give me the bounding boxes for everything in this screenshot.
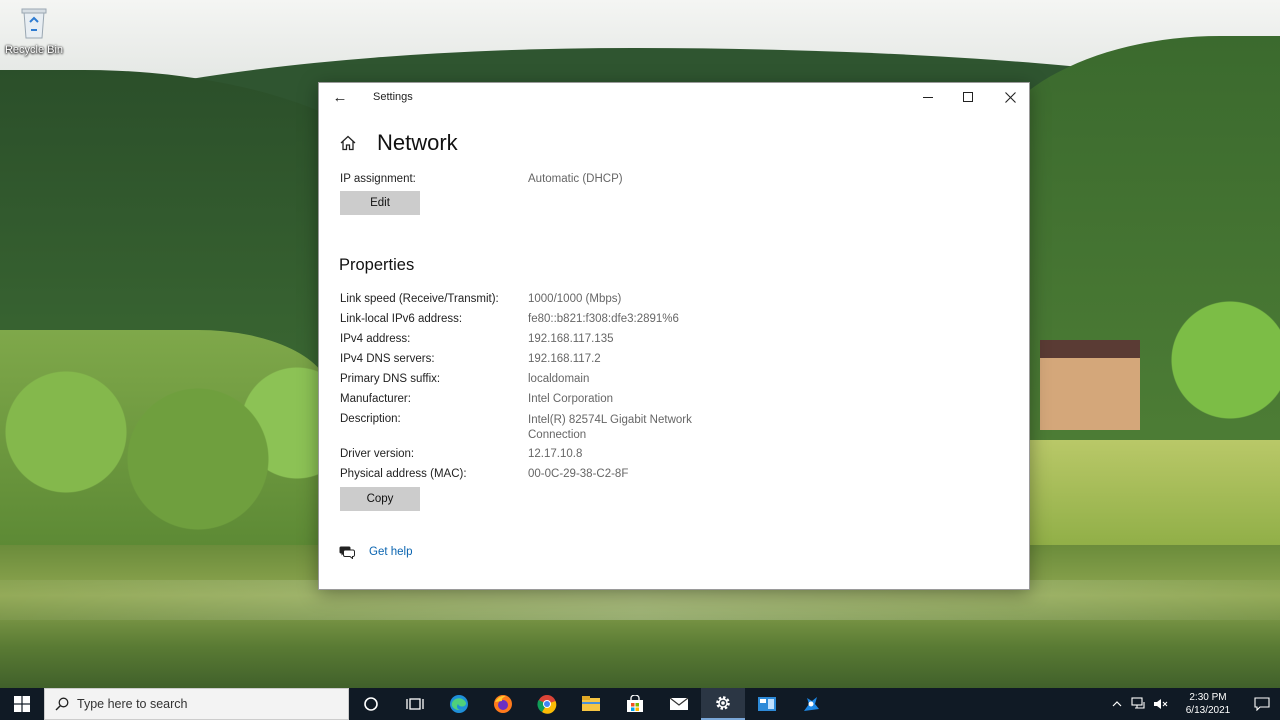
action-center-button[interactable] (1244, 688, 1280, 720)
maximize-button[interactable] (947, 83, 989, 111)
clock-time: 2:30 PM (1189, 692, 1227, 703)
task-view-icon (406, 698, 424, 710)
show-hidden-icons-button[interactable] (1106, 688, 1128, 720)
settings-window: ← Settings Network IP assignment: Automa… (318, 82, 1030, 590)
prop-label-dns-suffix: Primary DNS suffix: (340, 373, 441, 385)
chat-help-icon (339, 546, 355, 559)
windows-logo-icon (14, 696, 30, 712)
ip-assignment-value[interactable]: Automatic (DHCP) (528, 173, 623, 185)
clock-date: 6/13/2021 (1185, 705, 1231, 716)
page-title: Network (377, 130, 458, 155)
page-header: Network (339, 127, 458, 159)
cortana-button[interactable] (349, 688, 393, 720)
cortana-icon (364, 697, 378, 711)
prop-label-driver-version: Driver version: (340, 448, 415, 460)
ip-assignment-label: IP assignment: (340, 173, 416, 185)
prop-value-description-line2[interactable]: Connection (528, 429, 586, 441)
properties-heading: Properties (339, 256, 415, 274)
prop-label-dns-servers: IPv4 DNS servers: (340, 353, 435, 365)
settings-gear-icon (716, 696, 730, 710)
mail-button[interactable] (657, 688, 701, 720)
prop-label-ipv4: IPv4 address: (340, 333, 411, 345)
task-view-button[interactable] (393, 688, 437, 720)
get-help-row[interactable]: Get help (339, 545, 412, 559)
file-explorer-button[interactable] (569, 688, 613, 720)
prop-value-manufacturer[interactable]: Intel Corporation (528, 393, 613, 405)
prop-value-driver-version[interactable]: 12.17.10.8 (528, 448, 582, 460)
get-help-link[interactable]: Get help (369, 546, 412, 558)
chevron-up-icon (1112, 701, 1122, 707)
prop-label-ipv6: Link-local IPv6 address: (340, 313, 463, 325)
firefox-icon (494, 695, 512, 713)
prop-value-ipv6[interactable]: fe80::b821:f308:dfe3:2891%6 (528, 313, 679, 325)
network-app-icon (758, 697, 776, 711)
system-tray: 2:30 PM 6/13/2021 (1106, 688, 1280, 720)
prop-value-dns-suffix[interactable]: localdomain (528, 373, 589, 385)
search-icon (55, 697, 69, 711)
mail-icon (669, 697, 689, 710)
prop-label-mac: Physical address (MAC): (340, 468, 467, 480)
wallpaper-house (1040, 340, 1140, 430)
window-title: Settings (373, 91, 413, 103)
close-button[interactable] (989, 83, 1031, 111)
recycle-bin-desktop-icon[interactable]: Recycle Bin (4, 6, 64, 56)
back-arrow-icon: ← (332, 89, 348, 106)
wallpaper-trees-left (0, 360, 330, 540)
prop-value-link-speed[interactable]: 1000/1000 (Mbps) (528, 293, 621, 305)
search-placeholder: Type here to search (77, 697, 188, 711)
taskbar-clock[interactable]: 2:30 PM 6/13/2021 (1172, 691, 1244, 717)
volume-tray-button[interactable] (1150, 688, 1172, 720)
settings-taskbar-button[interactable] (701, 688, 745, 720)
wallpaper-tree-right (1170, 285, 1280, 435)
prop-label-link-speed: Link speed (Receive/Transmit): (340, 293, 499, 305)
window-titlebar[interactable]: ← Settings (319, 83, 1029, 113)
prop-value-dns-servers[interactable]: 192.168.117.2 (528, 353, 601, 365)
vm-tools-button[interactable] (789, 688, 833, 720)
minimize-icon (923, 96, 933, 98)
copy-button[interactable]: Copy (340, 487, 420, 511)
volume-muted-icon (1154, 699, 1168, 709)
edit-ip-button[interactable]: Edit (340, 191, 420, 215)
prop-value-mac[interactable]: 00-0C-29-38-C2-8F (528, 468, 628, 480)
notification-icon (1254, 697, 1270, 711)
network-wired-icon (1131, 697, 1145, 709)
store-button[interactable] (613, 688, 657, 720)
recycle-bin-label: Recycle Bin (4, 44, 64, 56)
prop-label-manufacturer: Manufacturer: (340, 393, 411, 405)
minimize-button[interactable] (907, 83, 949, 111)
vm-tools-icon (804, 697, 819, 711)
prop-label-description: Description: (340, 413, 401, 425)
back-button[interactable]: ← (329, 88, 351, 108)
maximize-icon (963, 92, 973, 102)
chrome-icon (537, 695, 557, 714)
network-app-button[interactable] (745, 688, 789, 720)
network-tray-button[interactable] (1128, 688, 1150, 720)
home-icon[interactable] (339, 134, 357, 152)
chrome-button[interactable] (525, 688, 569, 720)
recycle-bin-icon (18, 6, 50, 40)
taskbar: Type here to search 2:30 PM 6/13/2021 (0, 688, 1280, 720)
prop-value-description[interactable]: Intel(R) 82574L Gigabit Network (528, 414, 692, 426)
file-explorer-icon (582, 696, 600, 711)
edge-icon (450, 695, 468, 713)
store-icon (627, 695, 643, 712)
taskbar-search-box[interactable]: Type here to search (44, 688, 349, 720)
edge-button[interactable] (437, 688, 481, 720)
close-icon (1004, 91, 1016, 103)
wallpaper-meadow-right (1030, 440, 1280, 550)
start-button[interactable] (0, 688, 44, 720)
firefox-button[interactable] (481, 688, 525, 720)
prop-value-ipv4[interactable]: 192.168.117.135 (528, 333, 613, 345)
